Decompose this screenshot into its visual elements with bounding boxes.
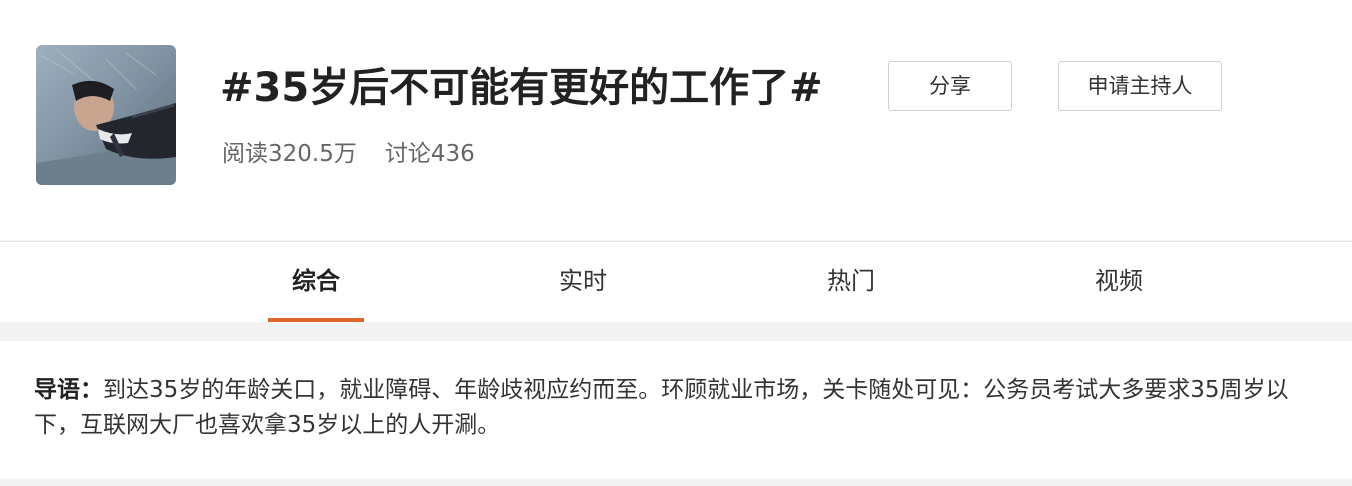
apply-host-button[interactable]: 申请主持人: [1058, 61, 1222, 111]
share-button[interactable]: 分享: [888, 61, 1012, 111]
topic-cover-image[interactable]: [36, 45, 176, 185]
topic-intro: 导语：到达35岁的年龄关口，就业障碍、年龄歧视应约而至。环顾就业市场，关卡随处可…: [0, 341, 1352, 479]
tab-realtime[interactable]: 实时: [523, 242, 643, 322]
intro-label: 导语：: [34, 377, 103, 403]
cover-photo: [36, 45, 176, 185]
intro-text: 到达35岁的年龄关口，就业障碍、年龄歧视应约而至。环顾就业市场，关卡随处可见：公…: [34, 377, 1289, 438]
topic-title: #35岁后不可能有更好的工作了#: [220, 65, 823, 111]
topic-header: #35岁后不可能有更好的工作了# 分享 申请主持人 阅读320.5万 讨论436: [0, 0, 1352, 240]
read-count: 阅读320.5万: [222, 141, 357, 167]
tab-hot[interactable]: 热门: [791, 242, 911, 322]
active-tab-indicator: [268, 318, 364, 322]
tab-bar: 综合 实时 热门 视频: [0, 241, 1352, 322]
discussion-count: 讨论436: [384, 141, 475, 167]
tab-video[interactable]: 视频: [1059, 242, 1179, 322]
tab-comprehensive[interactable]: 综合: [256, 242, 376, 322]
intro-paragraph: 导语：到达35岁的年龄关口，就业障碍、年龄歧视应约而至。环顾就业市场，关卡随处可…: [34, 373, 1324, 443]
topic-stats: 阅读320.5万 讨论436: [222, 134, 475, 174]
